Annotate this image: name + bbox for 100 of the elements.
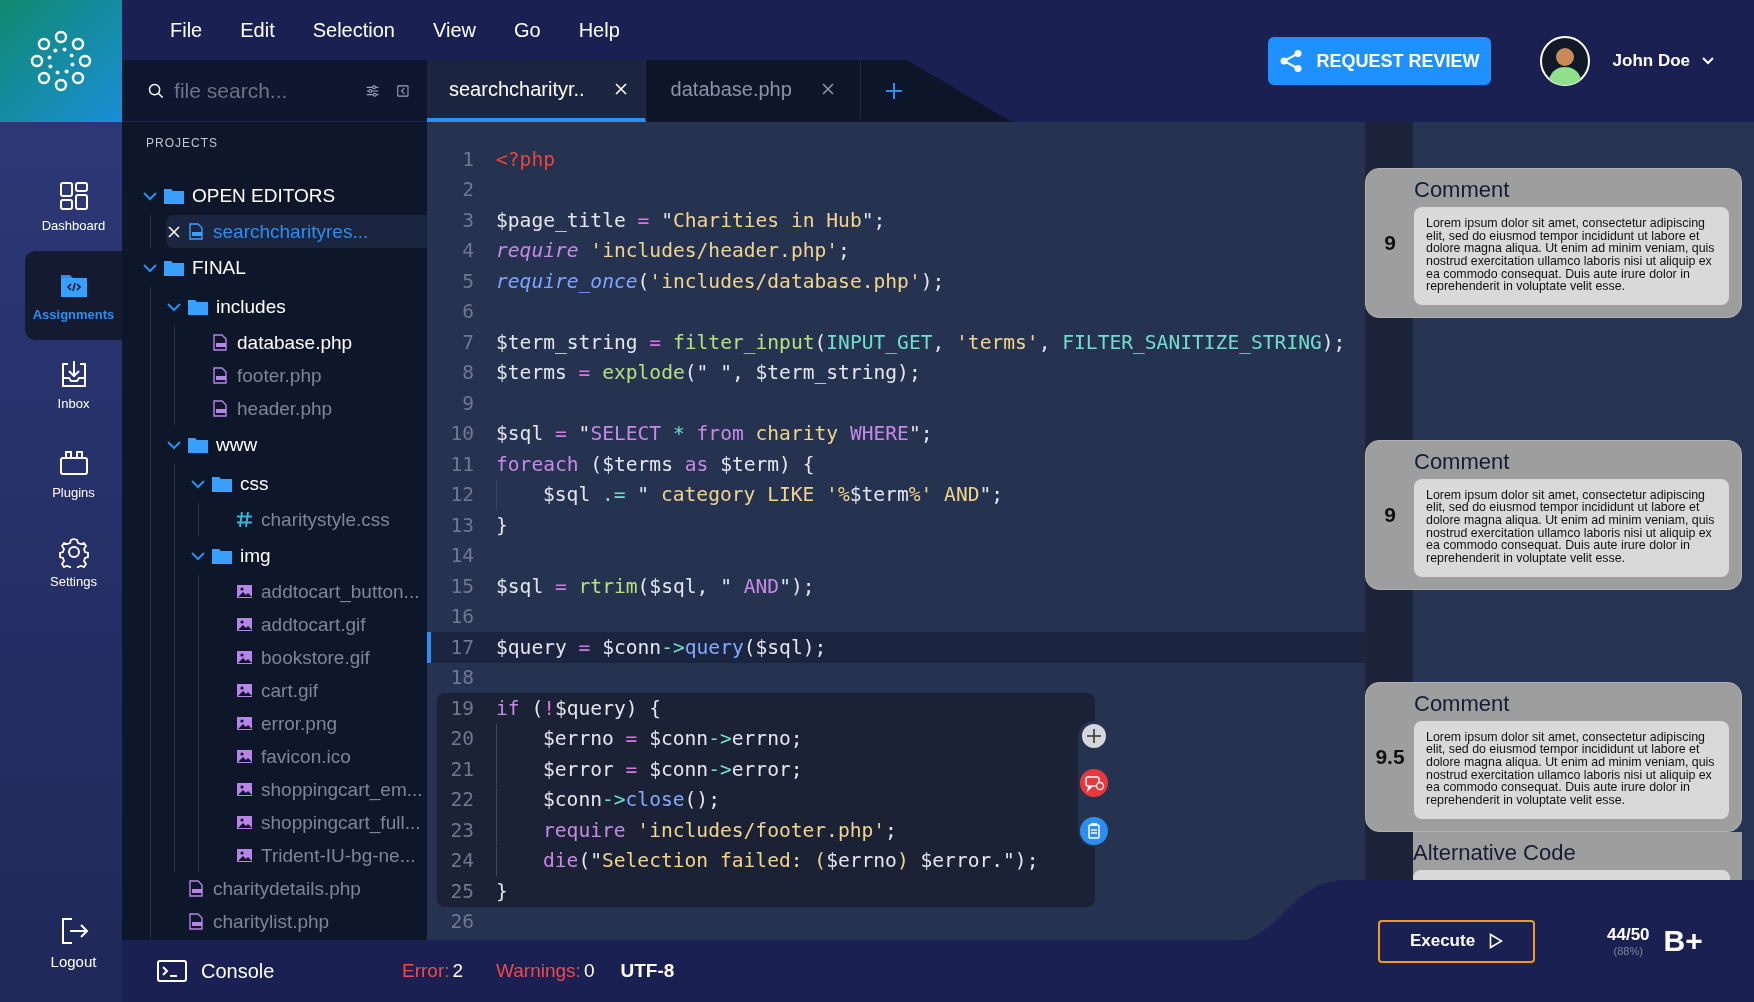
php-file-icon [212, 400, 229, 417]
code-line: foreach ($terms as $term) { [496, 452, 815, 476]
close-icon[interactable] [166, 223, 182, 240]
grade-label: B+ [1663, 924, 1703, 958]
comment-text: Lorem ipsum dolor sit amet, consectetur adipiscing elit, sed do eiusmod tempor incididunt ut labore et dolore magna aliqua. Ut enim ad minim veniam, quis nostrud exercitation ullamco laboris nisi ut aliquip ex ea commodo consequat. Duis aute irure dolor in reprehenderit in voluptate velit esse. [1414, 478, 1729, 577]
code-line: $errno = $conn->errno; [543, 727, 803, 751]
nav-item[interactable]: Inbox [25, 340, 122, 429]
clipboard-icon[interactable] [1080, 817, 1108, 845]
php-file-icon [212, 334, 229, 351]
folder-icon [212, 547, 232, 564]
nav-item[interactable]: Plugins [25, 429, 122, 518]
menu-item[interactable]: Edit [240, 18, 275, 42]
tree-document[interactable]: bookstore.gif [214, 641, 427, 674]
line-number: 2 [461, 178, 474, 202]
plus-icon[interactable] [884, 82, 903, 100]
close-icon[interactable] [821, 83, 834, 95]
image-file-icon [236, 616, 253, 633]
tree-document[interactable]: charitylist.php [166, 905, 427, 938]
image-file-icon [236, 781, 253, 798]
comment-title: Comment [1414, 177, 1511, 203]
code-line: $sql = rtrim($sql, " AND"); [496, 574, 815, 598]
nav-item[interactable]: Assignments [25, 251, 122, 340]
code-line: $page_title = "Charities in Hub"; [496, 208, 886, 232]
tree-folder[interactable]: includes [166, 287, 427, 326]
tree-document[interactable]: charitydetails.php [166, 872, 427, 905]
code-line: $terms = explode(" ", $term_string); [496, 361, 921, 385]
tree-folder[interactable]: img [190, 536, 427, 575]
php-file-icon [212, 367, 229, 384]
tree-document[interactable]: error.png [214, 707, 427, 740]
tree-folder[interactable]: FINAL [142, 248, 427, 287]
tree-document[interactable]: addtocart_button... [214, 575, 427, 608]
score-percent: (88%) [1613, 945, 1643, 957]
alternative-code-title: Alternative Code [1413, 839, 1577, 866]
line-number: 11 [449, 452, 474, 476]
comment-text: Lorem ipsum dolor sit amet, consectetur adipiscing elit, sed do eiusmod tempor incididunt ut labore et dolore magna aliqua. Ut enim ad minim veniam, quis nostrud exercitation ullamco laboris nisi ut aliquip ex ea commodo consequat. Duis aute irure dolor in reprehenderit in voluptate velit esse. [1414, 720, 1729, 819]
menu-item[interactable]: View [433, 18, 476, 42]
share-icon [1278, 49, 1303, 73]
menu-item[interactable]: Selection [312, 18, 395, 42]
tree-document[interactable]: shoppingcart_em... [214, 773, 427, 806]
tree-document[interactable]: cart.gif [214, 674, 427, 707]
line-number: 26 [449, 910, 474, 934]
settings-icon [57, 536, 90, 568]
comment-icon[interactable] [1080, 769, 1108, 797]
tree-folder[interactable]: css [190, 464, 427, 503]
tree-document[interactable]: charitystyle.css [214, 503, 427, 536]
tree-document[interactable]: database.php [190, 326, 427, 359]
console-button[interactable]: Console [122, 959, 402, 983]
grid-icon [57, 180, 90, 212]
line-number: 23 [449, 818, 474, 842]
code-line: $term_string = filter_input(INPUT_GET, 'terms', FILTER_SANITIZE_STRING); [496, 330, 1346, 354]
execute-button[interactable]: Execute [1378, 919, 1535, 963]
comment-title: Comment [1414, 448, 1511, 475]
line-number: 8 [461, 361, 474, 385]
image-file-icon [236, 847, 253, 864]
tree-document[interactable]: favicon.ico [214, 740, 427, 773]
editor-tab[interactable]: searchcharityr.. [427, 60, 646, 122]
line-number: 22 [449, 788, 474, 812]
menu-item[interactable]: Go [514, 18, 541, 42]
folder-icon [188, 436, 208, 453]
error-count: Error:2 [402, 960, 464, 982]
code-line: require 'includes/footer.php'; [543, 818, 897, 842]
tree-folder[interactable]: www [166, 425, 427, 464]
tree-document[interactable]: shoppingcart_full... [214, 806, 427, 839]
section-label: PROJECTS [145, 135, 219, 152]
logout-button[interactable]: Logout [25, 902, 122, 982]
line-number: 24 [449, 849, 474, 873]
image-file-icon [236, 814, 253, 831]
tree-document[interactable]: addtocart.gif [214, 608, 427, 641]
encoding-label: UTF-8 [620, 960, 675, 982]
folder-icon [164, 259, 184, 276]
menu-item[interactable]: File [170, 18, 203, 42]
add-icon[interactable] [1081, 723, 1107, 749]
code-line: } [496, 513, 508, 537]
image-file-icon [236, 715, 253, 732]
tree-document[interactable]: header.php [190, 392, 427, 425]
tree-folder[interactable]: OPEN EDITORS [142, 176, 427, 215]
menu-item[interactable]: Help [578, 18, 620, 42]
folder-icon [188, 298, 208, 315]
line-number: 16 [449, 605, 474, 629]
warning-count: Warnings:0 [496, 960, 595, 982]
user-menu[interactable]: John Doe [1612, 51, 1714, 71]
line-number: 1 [461, 147, 474, 171]
tree-document[interactable]: searchcharityres... [166, 215, 427, 248]
nav-item[interactable]: Settings [25, 518, 122, 607]
line-number: 4 [461, 239, 474, 263]
tree-document[interactable]: Trident-IU-bg-ne... [214, 839, 427, 872]
line-number: 17 [449, 635, 474, 659]
line-number: 18 [449, 666, 474, 690]
comment-title: Comment [1414, 690, 1511, 717]
code-line: require_once('includes/database.php'); [496, 269, 945, 293]
folder-icon [164, 187, 184, 204]
tree-document[interactable]: footer.php [190, 359, 427, 392]
collapse-icon[interactable] [397, 82, 409, 99]
code-line: $sql = "SELECT * from charity WHERE"; [496, 422, 933, 446]
line-number: 6 [461, 300, 474, 324]
code-line: } [496, 879, 508, 903]
line-number: 7 [461, 330, 474, 354]
nav-item[interactable]: Dashboard [25, 162, 122, 251]
folder-icon [212, 475, 232, 492]
score-label: 9 [1383, 229, 1397, 256]
